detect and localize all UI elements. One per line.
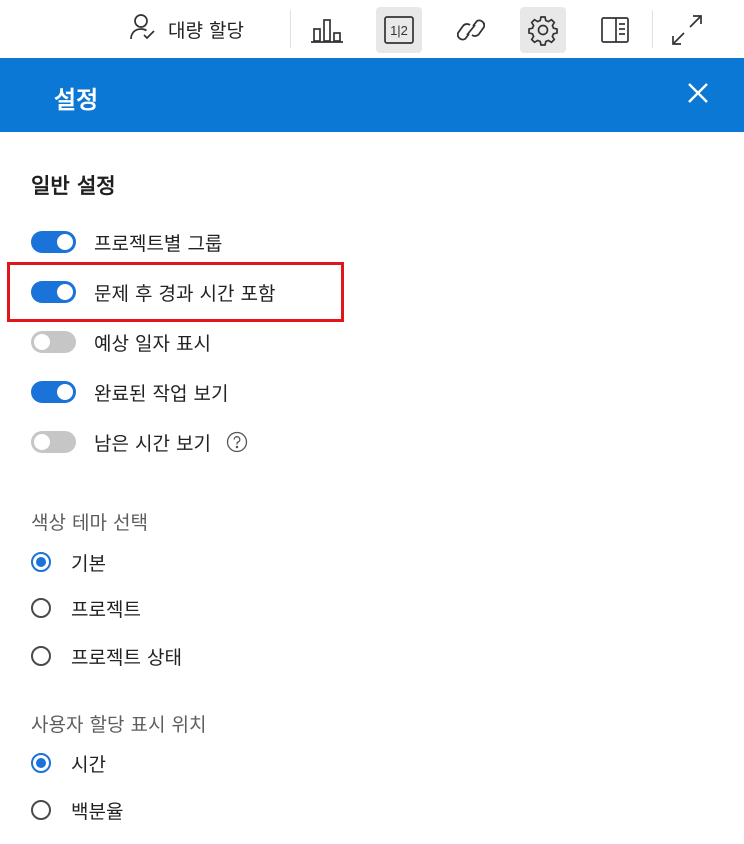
link-button[interactable] bbox=[448, 7, 494, 53]
toggle-label: 프로젝트별 그룹 bbox=[94, 232, 223, 255]
radio-label: 기본 bbox=[71, 552, 106, 575]
panel-title: 설정 bbox=[54, 86, 99, 114]
toggle-label: 남은 시간 보기 bbox=[94, 432, 211, 455]
toggle-group-by-project[interactable]: 프로젝트별 그룹 bbox=[31, 227, 222, 257]
radio-button[interactable] bbox=[31, 552, 51, 572]
side-panel-button[interactable] bbox=[592, 7, 638, 53]
bar-chart-icon bbox=[310, 15, 344, 45]
split-view-button[interactable]: 1|2 bbox=[376, 7, 422, 53]
radio-theme-project-status[interactable]: 프로젝트 상태 bbox=[31, 643, 182, 669]
settings-header: 설정 bbox=[0, 58, 744, 132]
radio-label: 백분율 bbox=[71, 800, 124, 823]
toggle-show-remaining-time[interactable]: 남은 시간 보기 bbox=[31, 427, 248, 457]
assignment-display-heading: 사용자 할당 표시 위치 bbox=[31, 714, 207, 736]
radio-button[interactable] bbox=[31, 753, 51, 773]
radio-theme-default[interactable]: 기본 bbox=[31, 549, 106, 575]
settings-button[interactable] bbox=[520, 7, 566, 53]
question-circle-icon[interactable] bbox=[226, 431, 248, 453]
radio-label: 프로젝트 bbox=[71, 598, 141, 621]
toggle-switch[interactable] bbox=[31, 381, 76, 403]
side-panel-icon bbox=[599, 14, 631, 46]
expand-button[interactable] bbox=[664, 7, 710, 53]
color-theme-heading: 색상 테마 선택 bbox=[31, 512, 148, 534]
radio-button[interactable] bbox=[31, 598, 51, 618]
close-icon bbox=[686, 81, 710, 109]
bulk-assign-label: 대량 할당 bbox=[168, 19, 244, 42]
toggle-switch[interactable] bbox=[31, 431, 76, 453]
toggle-switch[interactable] bbox=[31, 231, 76, 253]
radio-theme-project[interactable]: 프로젝트 bbox=[31, 595, 141, 621]
expand-diagonal-icon bbox=[669, 12, 705, 48]
one-two-icon: 1|2 bbox=[383, 14, 415, 46]
toggle-show-completed-tasks[interactable]: 완료된 작업 보기 bbox=[31, 377, 228, 407]
toolbar-divider bbox=[290, 10, 291, 48]
toggle-switch[interactable] bbox=[31, 331, 76, 353]
radio-button[interactable] bbox=[31, 800, 51, 820]
link-icon bbox=[457, 14, 485, 46]
radio-button[interactable] bbox=[31, 646, 51, 666]
radio-label: 프로젝트 상태 bbox=[71, 646, 182, 669]
top-toolbar: 대량 할당 1|2 bbox=[0, 0, 744, 58]
toggle-label: 완료된 작업 보기 bbox=[94, 382, 229, 405]
highlight-annotation bbox=[7, 262, 344, 322]
person-check-icon bbox=[128, 12, 158, 47]
gear-icon bbox=[527, 14, 559, 46]
toolbar-divider bbox=[652, 10, 653, 48]
general-settings-heading: 일반 설정 bbox=[31, 174, 116, 198]
toggle-show-estimated-date[interactable]: 예상 일자 표시 bbox=[31, 327, 211, 357]
radio-label: 시간 bbox=[71, 753, 106, 776]
radio-display-percentage[interactable]: 백분율 bbox=[31, 797, 123, 823]
radio-display-hours[interactable]: 시간 bbox=[31, 750, 106, 776]
toggle-label: 예상 일자 표시 bbox=[94, 332, 211, 355]
bulk-assign-button[interactable]: 대량 할당 bbox=[128, 10, 244, 48]
chart-button[interactable] bbox=[304, 7, 350, 53]
svg-text:1|2: 1|2 bbox=[390, 23, 408, 38]
close-button[interactable] bbox=[680, 77, 716, 113]
